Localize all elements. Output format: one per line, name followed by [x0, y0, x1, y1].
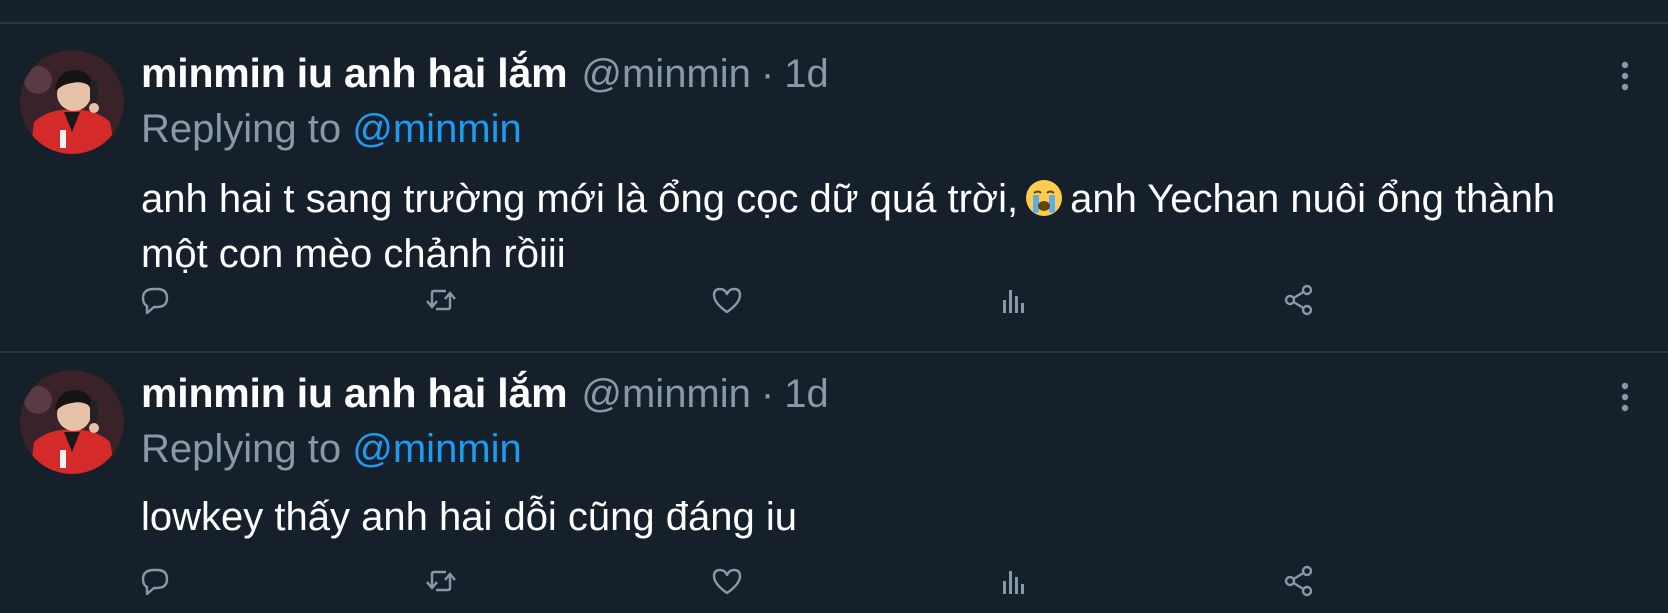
retweet-icon[interactable] [423, 563, 459, 599]
user-handle[interactable]: @minmin [581, 372, 751, 417]
tweet-text: lowkey thấy anh hai dỗi cũng đáng iu [141, 495, 798, 539]
replying-prefix: Replying to [141, 427, 342, 471]
replying-to-line: Replying to @minmin [141, 427, 522, 472]
share-icon[interactable] [1281, 563, 1317, 599]
tweet[interactable]: minmin iu anh hai lắm @minmin · 1d Reply… [0, 0, 1668, 613]
analytics-icon[interactable] [995, 563, 1031, 599]
like-icon[interactable] [709, 563, 745, 599]
reply-icon[interactable] [137, 563, 173, 599]
separator-dot: · [760, 372, 775, 416]
timestamp[interactable]: 1d [784, 372, 829, 417]
display-name[interactable]: minmin iu anh hai lắm [141, 370, 568, 417]
tweet-action-bar [141, 563, 1411, 599]
avatar[interactable] [20, 370, 124, 474]
tweet-header: minmin iu anh hai lắm @minmin · 1d [141, 370, 829, 420]
replying-mention-link[interactable]: @minmin [352, 427, 522, 471]
more-options-icon[interactable] [1615, 379, 1635, 415]
